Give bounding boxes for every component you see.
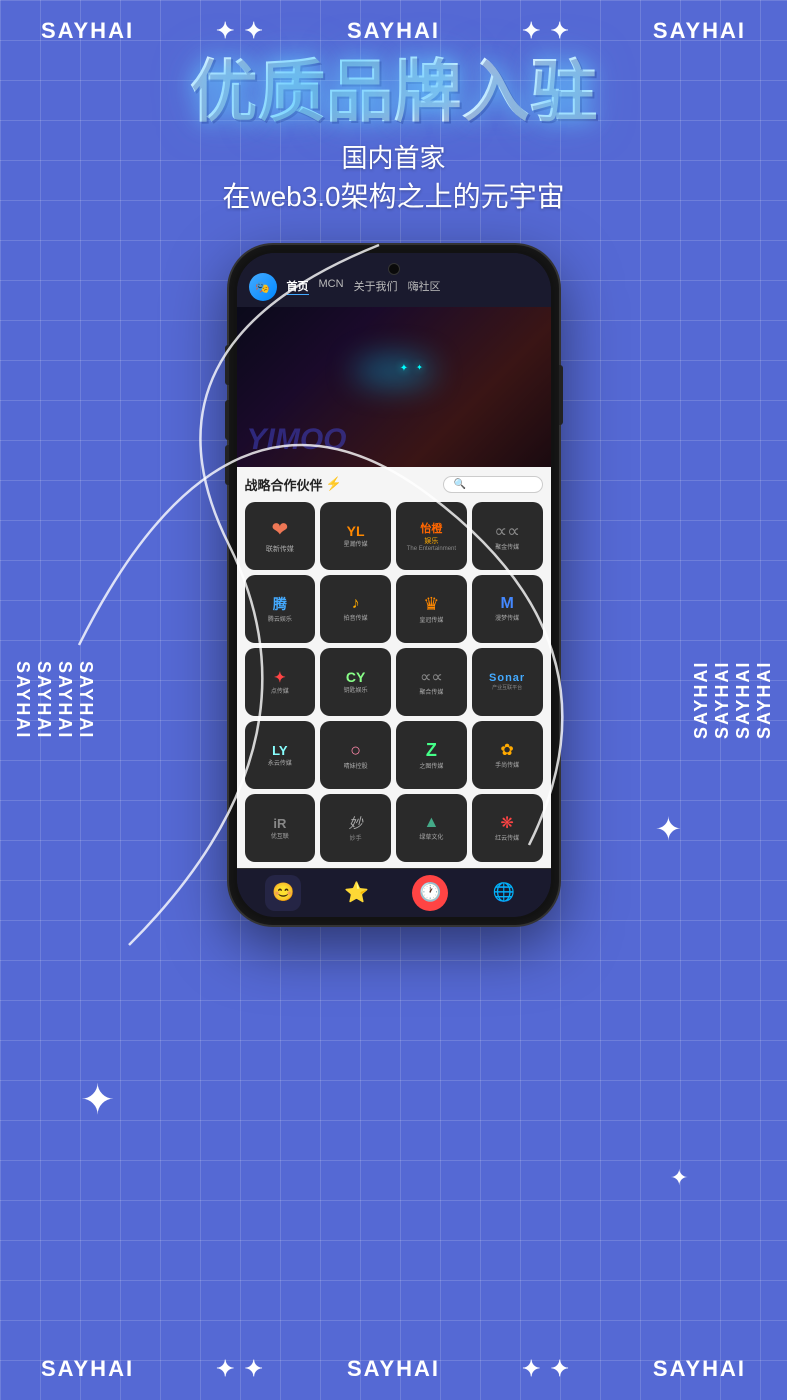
brand-card-10[interactable]: CY 钥匙娱乐	[320, 648, 391, 716]
brand-logo-10: CY 钥匙娱乐	[324, 652, 387, 712]
bottom-nav-clock[interactable]: 🕐	[412, 875, 448, 911]
brand-card-6[interactable]: ♪ 拍音传媒	[320, 575, 391, 643]
partners-header: 战略合作伙伴 ⚡ 🔍	[245, 475, 543, 494]
header-section: 优质品牌入驻 国内首家 在web3.0架构之上的元宇宙	[189, 55, 597, 215]
hero-accent-dots: ✦ ✦	[400, 363, 423, 374]
brand-card-5[interactable]: 腾 腾云娱乐	[245, 575, 316, 643]
brand-logo-18: 妙 妙手	[324, 798, 387, 858]
brand-card-7[interactable]: ♛ 皇冠传媒	[396, 575, 467, 643]
brand-logo-4: ∝∝ 聚金传媒	[476, 506, 539, 566]
brand-logo-20: ❋ 红云传媒	[476, 798, 539, 858]
main-title: 优质品牌入驻	[189, 55, 597, 130]
brand-logo-8: M 漫梦传媒	[476, 579, 539, 639]
brand-card-17[interactable]: iR 优互联	[245, 794, 316, 862]
sparkle-right-2: ✦	[670, 1165, 688, 1191]
brand-logo-15: Z 之图传媒	[400, 725, 463, 785]
bottom-nav-clock-icon: 🕐	[419, 882, 441, 903]
brand-logo-16: ✿ 手尚传媒	[476, 725, 539, 785]
title-underline: ⚡	[326, 476, 342, 492]
brand-logo-5: 腾 腾云娱乐	[249, 579, 312, 639]
brand-card-4[interactable]: ∝∝ 聚金传媒	[472, 502, 543, 570]
partners-grid: ❤ 联新传媒 YL 星瀚传媒	[245, 502, 543, 862]
brand-logo-9: ✦ 点传媒	[249, 652, 312, 712]
brand-logo-13: LY 永云传媒	[249, 725, 312, 785]
brand-card-9[interactable]: ✦ 点传媒	[245, 648, 316, 716]
bottom-nav-star[interactable]: ⭐	[339, 875, 375, 911]
bottom-nav-home[interactable]: 😊	[265, 875, 301, 911]
sparkle-right: ✦	[655, 810, 682, 848]
brand-card-14[interactable]: ○ 晴妹控股	[320, 721, 391, 789]
brand-card-13[interactable]: LY 永云传媒	[245, 721, 316, 789]
brand-card-8[interactable]: M 漫梦传媒	[472, 575, 543, 643]
partners-title: 战略合作伙伴 ⚡	[245, 475, 342, 494]
bottom-nav-home-icon: 😊	[272, 882, 294, 903]
brand-card-sonar[interactable]: Sonar 产业互联平台	[472, 648, 543, 716]
brand-card-19[interactable]: ▲ 绿草文化	[396, 794, 467, 862]
nav-item-home[interactable]: 首页	[287, 278, 309, 295]
bottom-nav-star-icon: ⭐	[344, 880, 369, 905]
brand-logo-19: ▲ 绿草文化	[400, 798, 463, 858]
brand-logo-17: iR 优互联	[249, 798, 312, 858]
hero-text: YIMOO	[247, 423, 347, 457]
brand-card-20[interactable]: ❋ 红云传媒	[472, 794, 543, 862]
brand-logo-6: ♪ 拍音传媒	[324, 579, 387, 639]
brand-logo-3: 怡橙 娱乐 The Entertainment	[400, 506, 463, 566]
nav-item-about[interactable]: 关于我们	[354, 278, 398, 295]
brand-card-18[interactable]: 妙 妙手	[320, 794, 391, 862]
brand-logo-2: YL 星瀚传媒	[324, 506, 387, 566]
phone-screen: 🎭 首页 MCN 关于我们 嗨社区	[237, 253, 551, 917]
search-icon: 🔍	[454, 479, 466, 490]
brand-logo-1: ❤ 联新传媒	[249, 506, 312, 566]
brand-logo-14: ○ 晴妹控股	[324, 725, 387, 785]
brand-card-1[interactable]: ❤ 联新传媒	[245, 502, 316, 570]
main-content: 优质品牌入驻 国内首家 在web3.0架构之上的元宇宙 🎭	[0, 0, 787, 1400]
bottom-nav-globe-icon: 🌐	[493, 882, 515, 903]
phone-inner: 🎭 首页 MCN 关于我们 嗨社区	[237, 253, 551, 917]
phone-outer: 🎭 首页 MCN 关于我们 嗨社区	[229, 245, 559, 925]
sparkle-left: ✦	[80, 1075, 115, 1124]
partners-section[interactable]: 战略合作伙伴 ⚡ 🔍	[237, 467, 551, 868]
app-logo: 🎭	[249, 273, 277, 301]
sub-title-1: 国内首家	[189, 138, 597, 175]
brand-card-2[interactable]: YL 星瀚传媒	[320, 502, 391, 570]
phone-bottom-nav: 😊 ⭐ 🕐 🌐	[237, 868, 551, 917]
phone-mockup: 🎭 首页 MCN 关于我们 嗨社区	[229, 245, 559, 925]
brand-logo-11: ∝∝ 聚合传媒	[400, 652, 463, 712]
brand-card-15[interactable]: Z 之图传媒	[396, 721, 467, 789]
brand-card-16[interactable]: ✿ 手尚传媒	[472, 721, 543, 789]
sub-title-2: 在web3.0架构之上的元宇宙	[189, 175, 597, 215]
search-box[interactable]: 🔍	[443, 476, 543, 493]
nav-items: 首页 MCN 关于我们 嗨社区	[287, 278, 441, 295]
camera-hole	[388, 263, 400, 275]
nav-item-community[interactable]: 嗨社区	[408, 278, 441, 295]
brand-card-11[interactable]: ∝∝ 聚合传媒	[396, 648, 467, 716]
brand-logo-sonar: Sonar 产业互联平台	[476, 652, 539, 712]
phone-nav: 🎭 首页 MCN 关于我们 嗨社区	[237, 253, 551, 307]
nav-item-mcn[interactable]: MCN	[319, 278, 344, 295]
bottom-nav-globe[interactable]: 🌐	[486, 875, 522, 911]
hero-banner: ✦ ✦ YIMOO	[237, 307, 551, 467]
brand-card-3[interactable]: 怡橙 娱乐 The Entertainment	[396, 502, 467, 570]
brand-logo-7: ♛ 皇冠传媒	[400, 579, 463, 639]
